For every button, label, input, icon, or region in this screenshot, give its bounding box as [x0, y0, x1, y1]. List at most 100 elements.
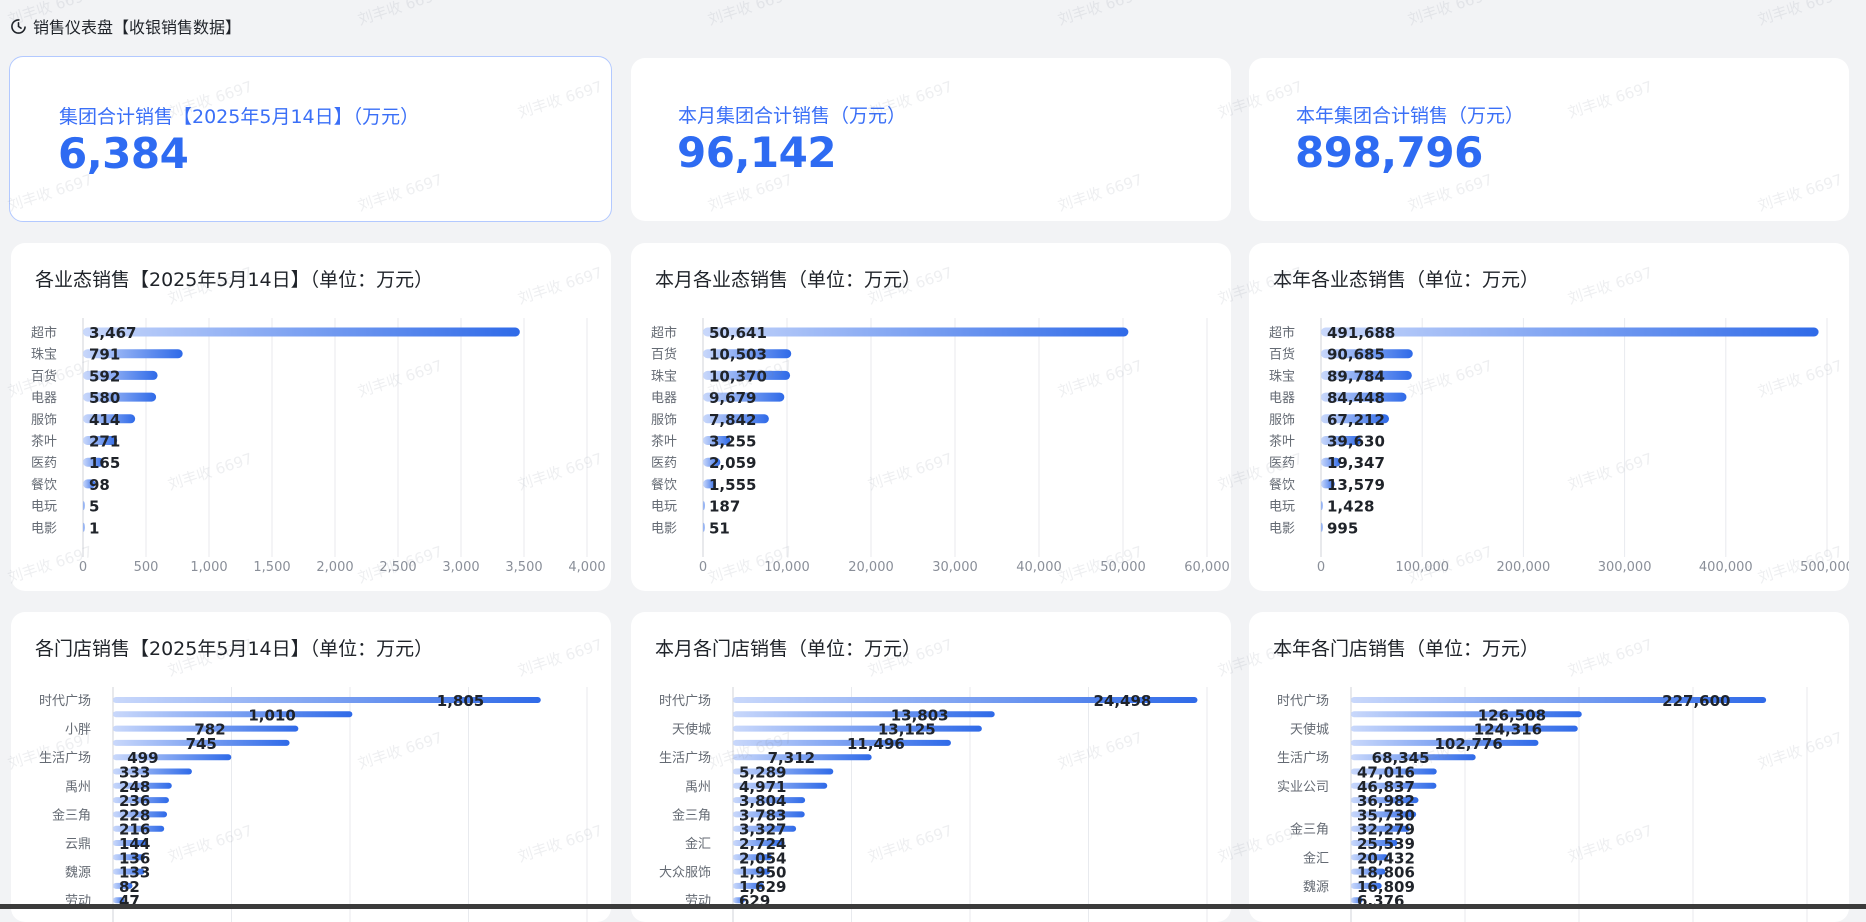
data-label: 13,579 [1327, 476, 1385, 494]
data-label: 995 [1327, 519, 1358, 537]
category-label: 金汇 [1303, 850, 1329, 866]
x-tick-label: 50,000 [1100, 560, 1146, 575]
category-label: 电影 [31, 521, 57, 536]
category-label: 大众服饰 [659, 866, 711, 881]
x-tick-label: 30,000 [932, 560, 978, 575]
bar [733, 711, 995, 718]
watermark-text: 刘丰收 6697 [1406, 0, 1495, 29]
x-tick-label: 1,000 [190, 560, 227, 575]
chart-card-format-year[interactable]: 本年各业态销售（单位：万元） 0 100,000 200,000 300,000 400… [1249, 243, 1849, 591]
kpi-card-today[interactable]: 集团合计销售【2025年5月14日】（万元） 6,384 [9, 56, 612, 222]
category-label: 金三角 [672, 807, 711, 823]
kpi-card-year[interactable]: 本年集团合计销售（万元） 898,796 [1249, 58, 1849, 221]
x-tick-label: 1,500 [253, 560, 290, 575]
category-label: 天使城 [672, 722, 711, 738]
category-label: 茶叶 [31, 434, 57, 450]
data-label: 414 [89, 411, 120, 429]
data-label: 271 [89, 433, 120, 451]
watermark-text: 刘丰收 6697 [706, 0, 795, 29]
bar [113, 711, 353, 718]
category-label: 生活广场 [659, 751, 711, 766]
chart-card-format-today[interactable]: 各业态销售【2025年5月14日】（单位：万元） 0 500 1,000 1,500 2… [11, 243, 611, 591]
x-tick-label: 200,000 [1497, 560, 1551, 575]
category-label: 小胖 [65, 723, 91, 738]
category-label: 医药 [31, 456, 57, 471]
category-label: 金三角 [52, 807, 91, 823]
bar-chart: 时代广场 227,600126,508天使城 124,316102,776生活广场 6… [1277, 687, 1808, 922]
category-label: 电器 [1269, 391, 1295, 406]
data-label: 7,842 [709, 411, 756, 429]
category-label: 金汇 [685, 836, 711, 852]
category-label: 餐饮 [651, 477, 677, 493]
data-label: 2,059 [709, 454, 756, 472]
data-label: 187 [709, 498, 740, 516]
bar [1321, 522, 1323, 532]
kpi-value: 6,384 [58, 129, 189, 178]
category-label: 超市 [31, 325, 57, 341]
x-tick-label: 2,000 [316, 560, 353, 575]
category-label: 禹州 [65, 780, 91, 795]
category-label: 珠宝 [651, 369, 677, 384]
bottom-edge [0, 904, 1866, 909]
category-label: 云鼎 [65, 837, 91, 852]
history-clock-icon [11, 18, 26, 34]
x-tick-label: 4,000 [568, 560, 605, 575]
chart-card-store-month[interactable]: 本月各门店销售（单位：万元） 时代广场 24,498 13,803 天使城 13,125… [631, 612, 1231, 922]
data-label: 791 [89, 346, 120, 364]
kpi-value: 96,142 [677, 128, 837, 177]
bar-chart: 时代广场 1,8051,010小胖 782745生活广场 499333禹州 248236… [39, 687, 588, 922]
category-label: 魏源 [65, 866, 91, 881]
data-label: 1,010 [248, 706, 295, 724]
chart-card-store-year[interactable]: 本年各门店销售（单位：万元） 时代广场 227,600 126,508 天使城 124,… [1249, 612, 1849, 922]
data-label: 84,448 [1327, 389, 1385, 407]
data-label: 9,679 [709, 389, 756, 407]
category-label: 百货 [651, 347, 677, 363]
category-label: 珠宝 [1269, 369, 1295, 384]
x-tick-label: 300,000 [1598, 560, 1652, 575]
data-label: 3,255 [709, 433, 756, 451]
category-label: 茶叶 [1269, 434, 1295, 450]
data-label: 102,776 [1434, 735, 1502, 753]
bar [83, 327, 520, 337]
category-label: 禹州 [685, 780, 711, 795]
category-label: 时代广场 [659, 694, 711, 709]
data-label: 1,805 [437, 692, 484, 710]
category-label: 电影 [1269, 521, 1295, 536]
data-label: 90,685 [1327, 346, 1385, 364]
watermark-text: 刘丰收 6697 [1056, 0, 1145, 29]
kpi-card-month[interactable]: 本月集团合计销售（万元） 96,142 [631, 58, 1231, 221]
x-tick-label: 3,500 [505, 560, 542, 575]
dashboard-title: 销售仪表盘【收银销售数据】 [33, 18, 242, 37]
chart-card-store-today[interactable]: 各门店销售【2025年5月14日】（单位：万元） 时代广场 1,805 1,010 小… [11, 612, 611, 922]
data-label: 19,347 [1327, 454, 1385, 472]
data-label: 5 [89, 498, 99, 516]
bar [703, 501, 705, 511]
category-label: 电影 [651, 521, 677, 536]
data-label: 165 [89, 454, 120, 472]
x-tick-label: 2,500 [379, 560, 416, 575]
category-label: 实业公司 [1277, 780, 1329, 795]
category-label: 服饰 [651, 413, 677, 428]
data-label: 24,498 [1093, 692, 1151, 710]
data-label: 1 [89, 519, 99, 537]
category-label: 百货 [1269, 347, 1295, 363]
x-tick-label: 500,000 [1800, 560, 1849, 575]
chart-card-format-month[interactable]: 本月各业态销售（单位：万元） 0 10,000 20,000 30,000 40,000… [631, 243, 1231, 591]
x-tick-label: 400,000 [1699, 560, 1753, 575]
category-label: 珠宝 [31, 348, 57, 363]
category-label: 服饰 [31, 413, 57, 428]
x-tick-label: 0 [699, 560, 707, 575]
data-label: 39,630 [1327, 433, 1385, 451]
data-label: 491,688 [1327, 324, 1395, 342]
category-label: 生活广场 [1277, 751, 1329, 766]
data-label: 11,496 [847, 735, 905, 753]
bar [1351, 711, 1582, 718]
category-label: 时代广场 [39, 694, 91, 709]
category-label: 电玩 [651, 500, 677, 515]
bar-chart: 0 10,000 20,000 30,000 40,000 50,000 60,000 超市 5… [651, 318, 1230, 575]
x-tick-label: 40,000 [1016, 560, 1062, 575]
bar-chart: 0 100,000 200,000 300,000 400,000 500,000 超市 49… [1269, 318, 1849, 575]
data-label: 745 [186, 735, 217, 753]
x-tick-label: 20,000 [848, 560, 894, 575]
category-label: 医药 [651, 456, 677, 471]
